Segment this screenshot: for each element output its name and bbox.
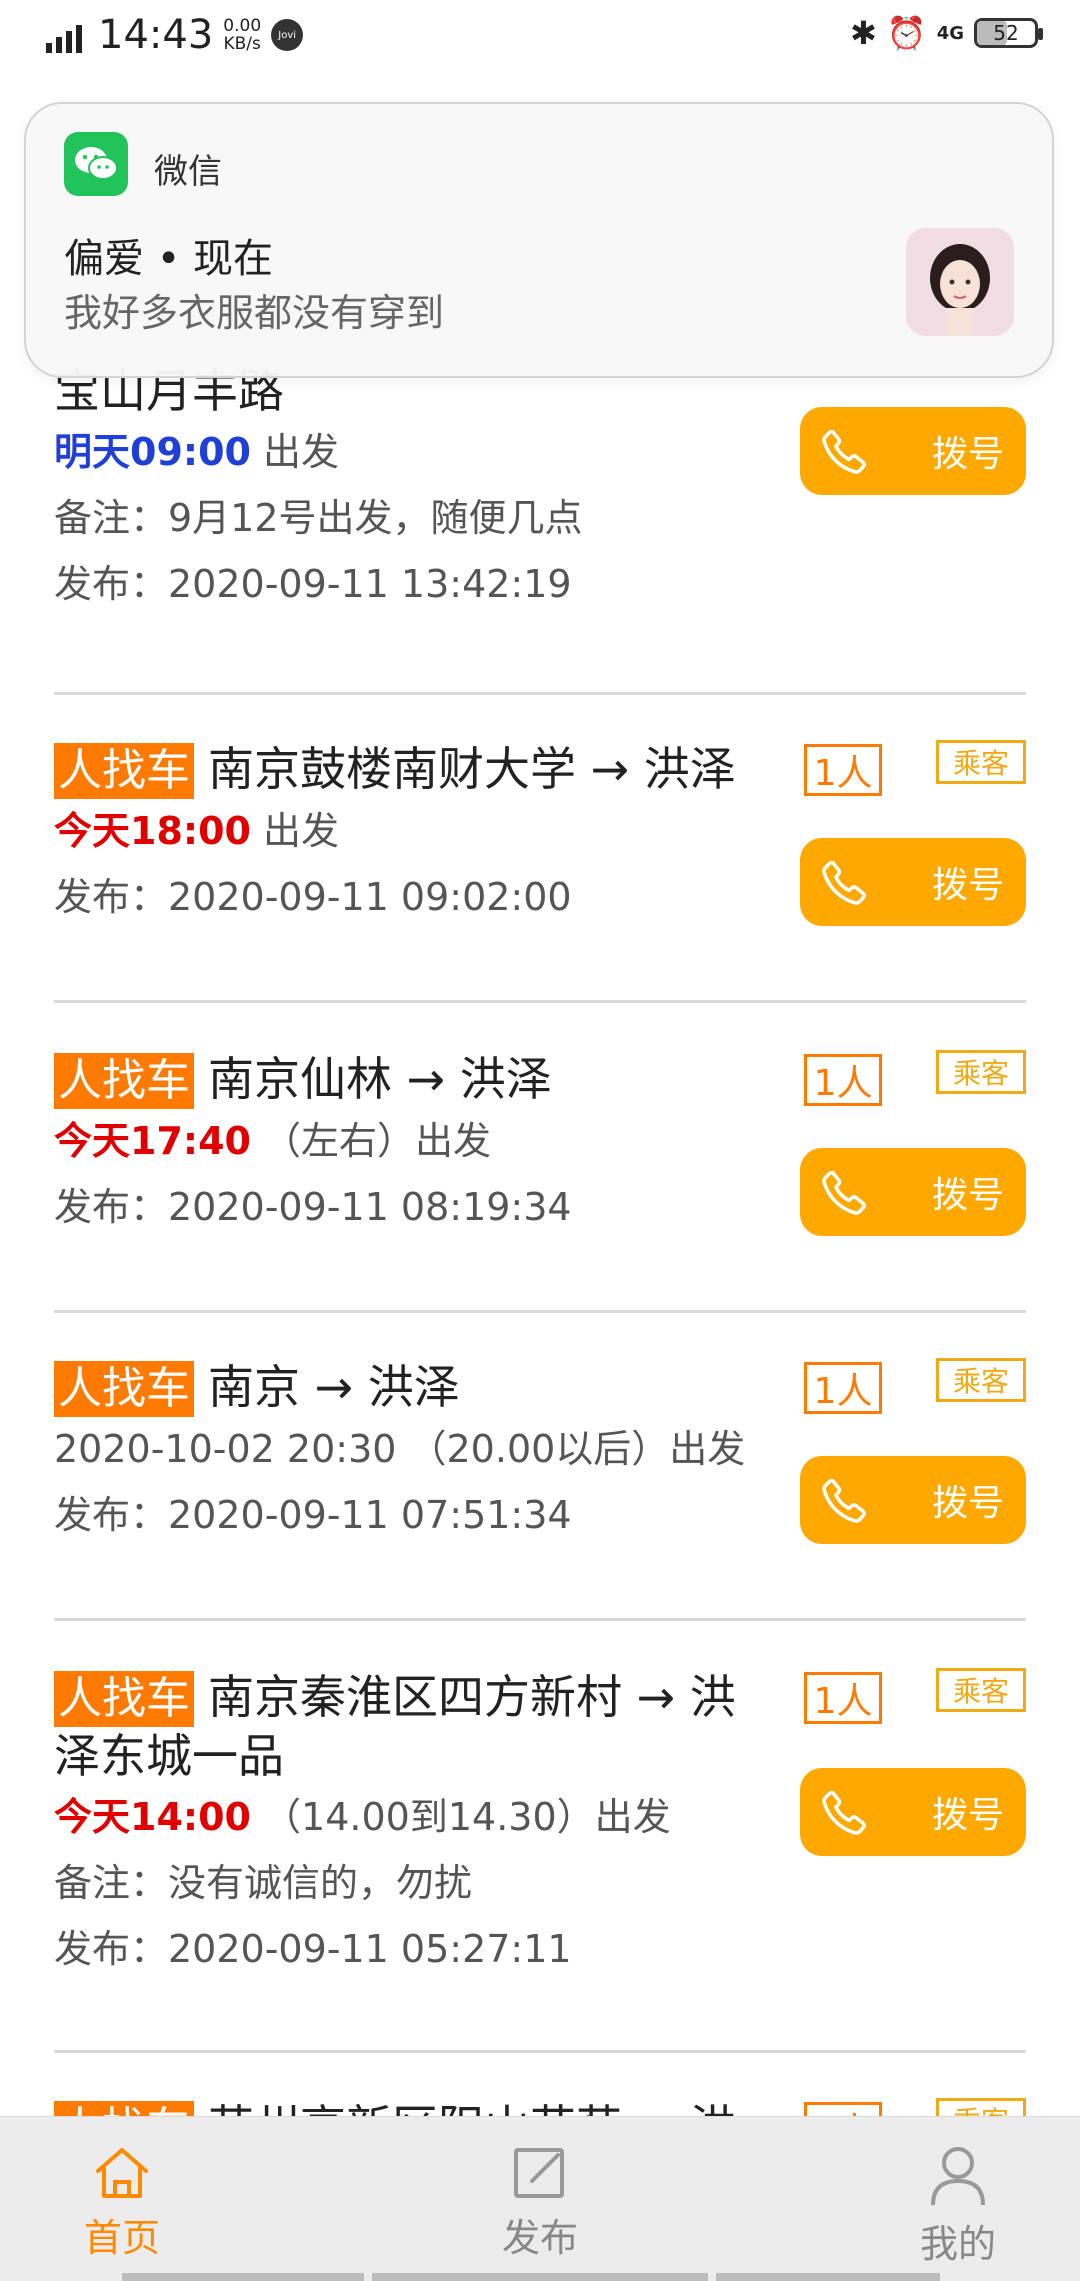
list-item[interactable]: 人找车 南京 → 洪泽 2020-10-02 20:30 （20.00以后）出发 … (54, 1358, 1026, 1544)
network-type: 4G (936, 22, 964, 44)
seat-count-badge: 1人 (804, 1672, 882, 1724)
nav-me-label: 我的 (919, 2222, 996, 2266)
nav-publish[interactable]: 发布 (440, 2145, 640, 2262)
dial-button[interactable]: 拨号 (800, 1456, 1026, 1544)
phone-icon (822, 1790, 866, 1835)
notification-app-name: 微信 (154, 152, 222, 192)
signal-icon (46, 17, 82, 53)
divider (54, 1618, 1026, 1621)
ride-type-tag: 人找车 (54, 1671, 194, 1727)
publish-time: 发布：2020-09-11 05:27:11 (54, 1927, 572, 1971)
dial-button[interactable]: 拨号 (800, 838, 1026, 926)
publish-time: 发布：2020-09-11 13:42:19 (54, 562, 572, 606)
role-badge: 乘客 (936, 1050, 1026, 1094)
phone-icon (822, 1478, 866, 1523)
network-speed: 0.00 KB/s (223, 16, 262, 54)
sender-avatar (906, 228, 1014, 336)
role-badge: 乘客 (936, 1668, 1026, 1712)
list-item[interactable]: 人找车 南京秦淮区四方新村 → 洪泽东城一品 今天14:00 （14.00到14.… (54, 1668, 1026, 1975)
dial-button[interactable]: 拨号 (800, 407, 1026, 495)
home-icon (96, 2148, 148, 2198)
user-icon (931, 2147, 985, 2206)
role-badge: 乘客 (936, 1358, 1026, 1402)
bottom-navigation: 首页 发布 我的 (0, 2116, 1080, 2281)
divider (54, 692, 1026, 695)
route-text: 南京仙林 → 洪泽 (208, 1052, 552, 1106)
route-text: 南京 → 洪泽 (208, 1360, 460, 1414)
nav-home-label: 首页 (83, 2216, 160, 2260)
note-text: 备注：9月12号出发，随便几点 (54, 496, 583, 540)
list-item[interactable]: 宝山月丰路 明天09:00 出发 备注：9月12号出发，随便几点 发布：2020… (54, 362, 1026, 610)
route-line: 人找车 南京秦淮区四方新村 → 洪泽东城一品 (54, 1668, 774, 1785)
bluetooth-icon: ✱ (850, 14, 877, 52)
dial-button[interactable]: 拨号 (800, 1148, 1026, 1236)
phone-icon (822, 429, 866, 474)
wechat-notification[interactable]: 微信 偏爱 • 现在 我好多衣服都没有穿到 (24, 102, 1054, 378)
wechat-icon (64, 132, 128, 196)
list-item[interactable]: 人找车 南京仙林 → 洪泽 今天17:40 （左右）出发 发布：2020-09-1… (54, 1050, 1026, 1236)
divider (54, 1310, 1026, 1313)
ride-type-tag: 人找车 (54, 1053, 194, 1109)
nav-me[interactable]: 我的 (858, 2145, 1058, 2268)
divider (54, 2050, 1026, 2053)
nav-home[interactable]: 首页 (22, 2145, 222, 2262)
route-text: 南京鼓楼南财大学 → 洪泽 (208, 742, 736, 796)
notification-sender: 偏爱 • 现在 (64, 236, 274, 282)
role-badge: 乘客 (936, 740, 1026, 784)
route-line: 人找车 南京 → 洪泽 (54, 1358, 774, 1417)
battery-icon: 52 (974, 18, 1043, 48)
alarm-icon: ⏰ (886, 14, 927, 52)
jovi-icon: Jovi (271, 19, 304, 51)
route-line: 人找车 南京仙林 → 洪泽 (54, 1050, 774, 1109)
status-bar: 14:43 0.00 KB/s Jovi ✱ ⏰ 4G 52 (0, 0, 1080, 72)
notification-message: 我好多衣服都没有穿到 (64, 291, 445, 335)
ride-type-tag: 人找车 (54, 1361, 194, 1417)
divider (54, 1000, 1026, 1003)
route-line: 人找车 南京鼓楼南财大学 → 洪泽 (54, 740, 774, 799)
ride-type-tag: 人找车 (54, 743, 194, 799)
phone-icon (822, 1170, 866, 1215)
dial-button[interactable]: 拨号 (800, 1768, 1026, 1856)
seat-count-badge: 1人 (804, 744, 882, 796)
edit-icon (514, 2148, 564, 2198)
list-item[interactable]: 人找车 南京鼓楼南财大学 → 洪泽 今天18:00 出发 发布：2020-09-1… (54, 740, 1026, 926)
status-time: 14:43 (98, 12, 214, 58)
note-text: 备注：没有诚信的，勿扰 (54, 1861, 473, 1905)
phone-icon (822, 860, 866, 905)
seat-count-badge: 1人 (804, 1054, 882, 1106)
nav-publish-label: 发布 (501, 2216, 578, 2260)
seat-count-badge: 1人 (804, 1362, 882, 1414)
